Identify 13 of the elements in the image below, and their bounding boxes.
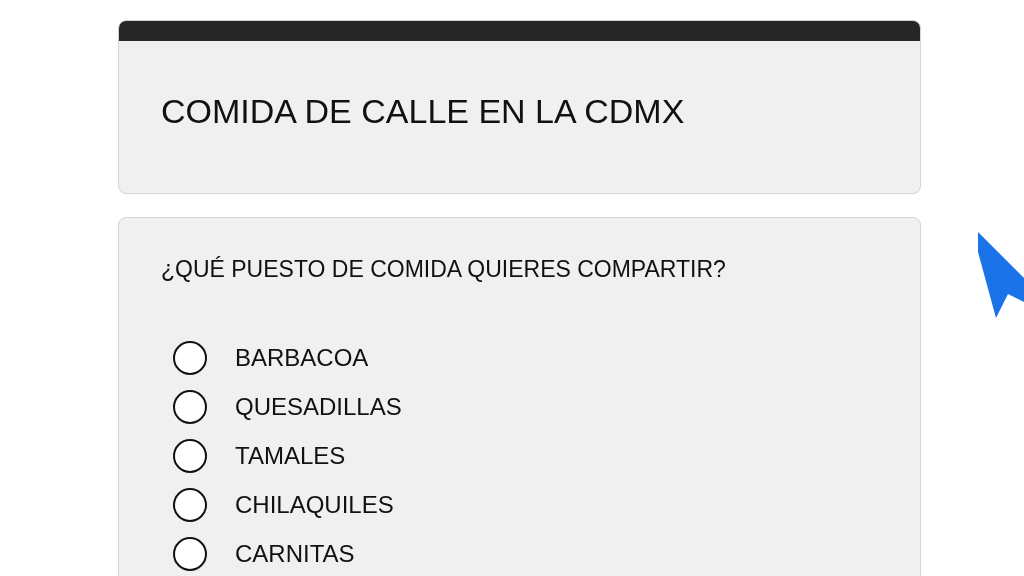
option-label[interactable]: QUESADILLAS (235, 389, 402, 425)
radio-button[interactable] (173, 537, 207, 571)
radio-button[interactable] (173, 488, 207, 522)
question-text: ¿QUÉ PUESTO DE COMIDA QUIERES COMPARTIR? (161, 255, 727, 284)
option-label[interactable]: TAMALES (235, 438, 346, 474)
cursor-icon (978, 232, 1024, 318)
option-label[interactable]: BARBACOA (235, 340, 369, 376)
radio-button[interactable] (173, 439, 207, 473)
form-title: COMIDA DE CALLE EN LA CDMX (160, 91, 686, 131)
option-label[interactable]: CHILAQUILES (235, 487, 394, 523)
option-label[interactable]: CARNITAS (235, 536, 355, 572)
radio-button[interactable] (173, 390, 207, 424)
radio-button[interactable] (173, 341, 207, 375)
